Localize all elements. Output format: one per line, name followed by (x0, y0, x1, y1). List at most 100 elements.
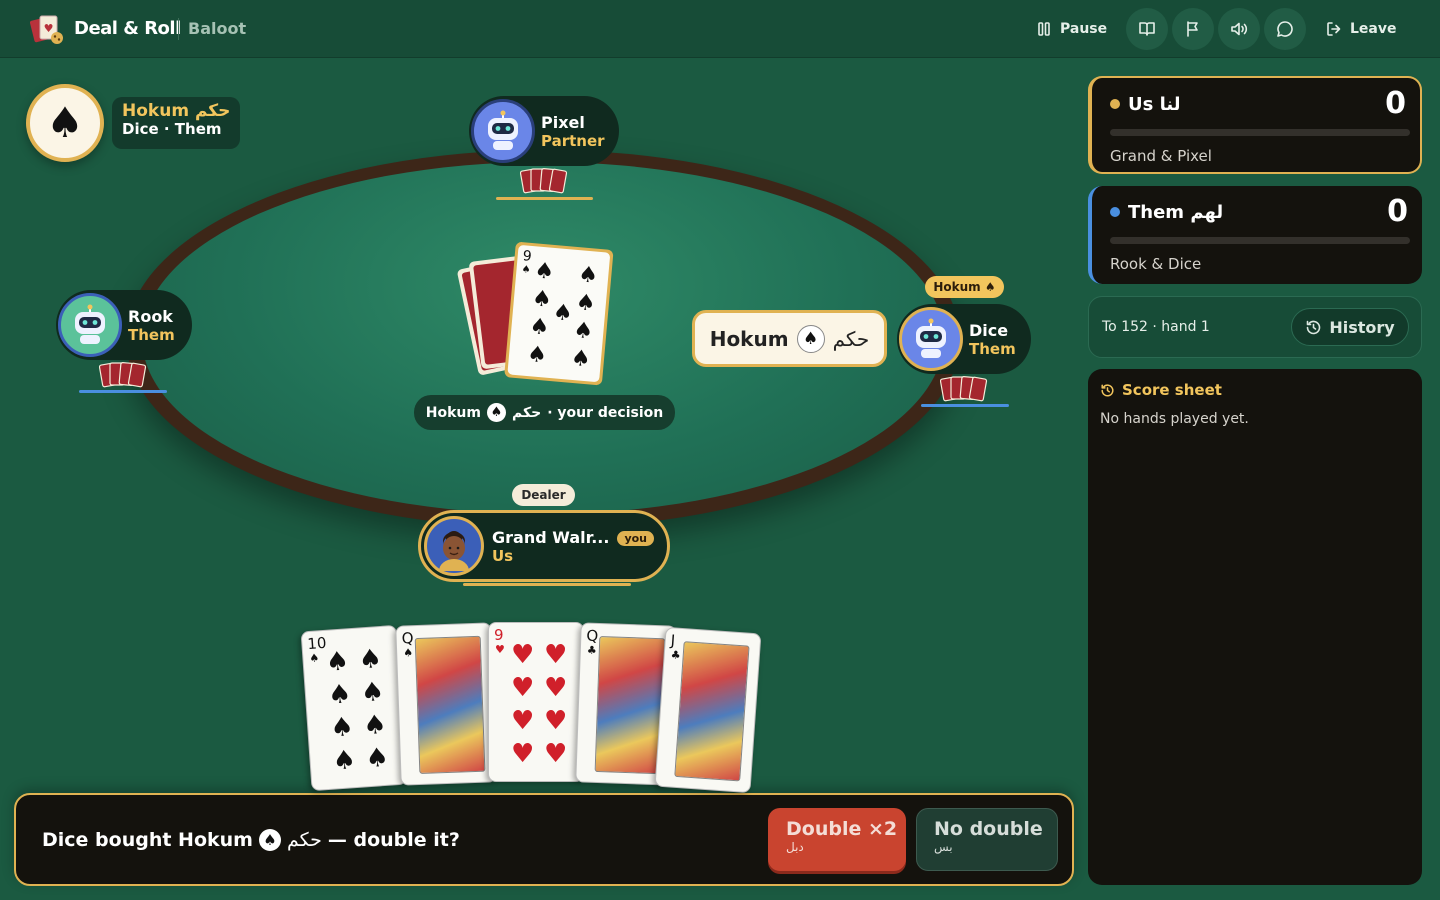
score-card-us: Us لنا 0 Grand & Pixel (1088, 76, 1422, 174)
face-card-art (674, 641, 750, 782)
seat-name: Dice (969, 320, 1009, 340)
team-dot (1110, 207, 1120, 217)
card-suit: ♥ (495, 643, 505, 656)
hand-card[interactable]: 9 ♥ ♥ ♥ ♥ ♥ ♥ ♥ ♥ ♥ (488, 622, 584, 782)
sheet-title-text: Score sheet (1122, 381, 1222, 399)
bid-arabic: حكم (832, 326, 870, 351)
card-rank: Q (586, 626, 599, 645)
spade-icon: ♠ (46, 98, 84, 147)
seat-info: Rook Them (128, 307, 175, 344)
seat-left: Rook Them (56, 290, 192, 360)
face-down-cards (940, 376, 988, 402)
face-card-art (414, 635, 486, 774)
rules-button[interactable] (1126, 8, 1168, 50)
avatar (424, 516, 484, 576)
bid-bubble: Hokum ♠ حكم (692, 310, 887, 367)
seat-name-text: Grand Walr... (492, 527, 610, 547)
seat-top: Pixel Partner (469, 96, 619, 166)
seat-bottom: Grand Walr... you Us (418, 510, 670, 582)
avatar (899, 307, 963, 371)
double-prompt: Dice bought Hokum ♠ حكم — double it? Dou… (14, 793, 1074, 886)
svg-text:♠: ♠ (552, 300, 574, 327)
contract-info: Hokum حكم Dice · Them (112, 97, 240, 149)
bid-word: Hokum (709, 326, 789, 351)
decision-suffix: · your decision (547, 404, 664, 421)
seat-right: Dice Them (897, 304, 1031, 374)
book-icon (1139, 22, 1155, 36)
team-dot (1110, 99, 1120, 109)
svg-text:♠: ♠ (533, 258, 555, 285)
sheet-title: Score sheet (1100, 381, 1410, 399)
card-rank: Q (401, 629, 414, 648)
brand-name: Deal & Roll (74, 18, 181, 39)
decision-pill: Hokum ♠ حكم · your decision (414, 395, 675, 430)
history-icon (1101, 383, 1114, 396)
spade-icon: ♠ (258, 829, 281, 851)
upcard-rank: 9 (522, 248, 532, 265)
target-info: To 152 · hand 1 History (1088, 296, 1422, 358)
hand-card[interactable]: Q ♠ (395, 622, 497, 786)
report-button[interactable] (1172, 8, 1214, 50)
svg-text:♠: ♠ (531, 286, 553, 313)
history-icon (1307, 320, 1321, 334)
double-button[interactable]: Double ×2 دبل (768, 808, 906, 871)
robot-icon (75, 304, 105, 344)
team-label: Them لهم (1128, 201, 1224, 223)
decision-word: Hokum (425, 404, 481, 421)
dealer-tag: Dealer (512, 484, 575, 506)
person-avatar-icon (439, 531, 469, 571)
top-bar: ♥ Deal & Roll Baloot Pause Leave (0, 0, 1440, 58)
sheet-empty: No hands played yet. (1100, 411, 1249, 427)
chat-button[interactable] (1264, 8, 1306, 50)
pause-label: Pause (1060, 21, 1108, 37)
svg-text:♠: ♠ (572, 318, 594, 345)
history-label: History (1329, 317, 1395, 337)
face-card-art (594, 636, 666, 775)
pause-button[interactable]: Pause (1036, 16, 1107, 42)
no-double-arabic: بس (934, 840, 953, 854)
score-progress (1110, 129, 1410, 136)
contract-subtitle: Dice · Them (122, 120, 222, 138)
spade-icon: ♠ (796, 324, 825, 353)
seat-team: Them (128, 325, 175, 344)
decision-arabic: حكم (511, 404, 542, 421)
score-progress (1110, 237, 1410, 244)
team-label: Us لنا (1128, 93, 1181, 115)
header-divider (178, 18, 179, 40)
seat-name: Grand Walr... you (492, 528, 654, 547)
seat-team: Partner (541, 131, 605, 150)
score-head: Them لهم (1110, 200, 1406, 224)
hand-card[interactable]: 10 ♠ ♠ ♠ ♠ ♠ ♠ ♠ ♠ ♠ (300, 624, 408, 792)
seat-info: Grand Walr... you Us (492, 528, 654, 565)
bid-tag: Hokum ♠ (925, 276, 1004, 298)
score-card-them: Them لهم 0 Rook & Dice (1088, 186, 1422, 284)
trump-suit-badge: ♠ (26, 84, 104, 162)
svg-text:♠: ♠ (577, 262, 599, 289)
sound-button[interactable] (1218, 8, 1260, 50)
svg-text:♥: ♥ (44, 22, 54, 35)
prompt-before: Dice bought Hokum (42, 829, 253, 851)
seat-info: Dice Them (969, 321, 1016, 358)
team-score: 0 (1385, 86, 1406, 121)
chat-icon (1277, 21, 1293, 37)
leave-button[interactable]: Leave (1326, 16, 1396, 42)
card-suit: ♣ (586, 643, 597, 657)
seat-info: Pixel Partner (541, 113, 605, 150)
hand-card[interactable]: J ♣ (654, 626, 762, 794)
card-rank: 9 (494, 626, 504, 644)
svg-text:♠: ♠ (570, 346, 592, 373)
no-double-button[interactable]: No double بس (916, 808, 1058, 871)
prompt-text: Dice bought Hokum ♠ حكم — double it? (42, 829, 460, 851)
pause-icon (1038, 22, 1050, 36)
seat-bottom-bar (463, 583, 631, 586)
upcard: 9 ♠ ♠ ♠ ♠ ♠ ♠ ♠ ♠ ♠ ♠ (504, 242, 614, 386)
no-double-label: No double (934, 818, 1043, 840)
svg-text:♠: ♠ (529, 314, 551, 341)
seat-team: Them (969, 339, 1016, 358)
double-label: Double ×2 (786, 818, 898, 840)
leave-label: Leave (1350, 21, 1397, 37)
history-button[interactable]: History (1291, 308, 1409, 346)
card-suit: ♠ (402, 646, 414, 660)
spade-icon: ♠ (486, 403, 506, 422)
center-pile: 9 ♠ ♠ ♠ ♠ ♠ ♠ ♠ ♠ ♠ ♠ (456, 240, 622, 390)
